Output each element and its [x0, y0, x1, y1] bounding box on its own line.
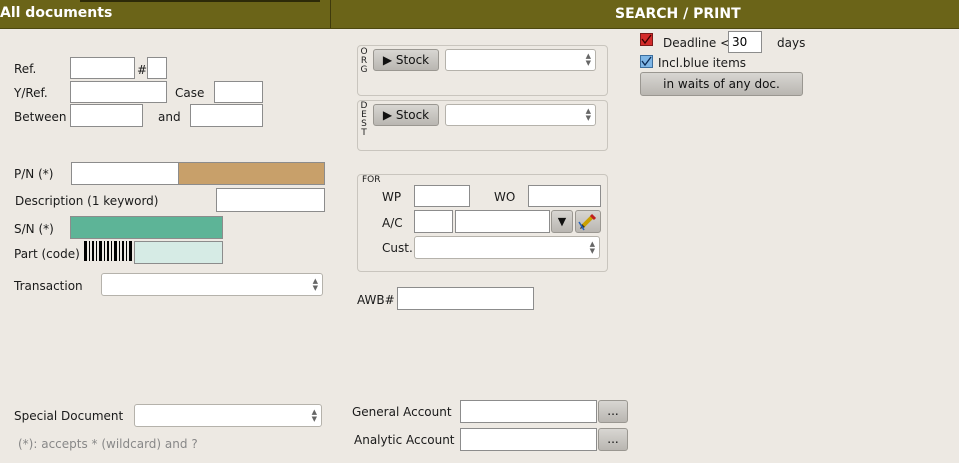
transaction-label: Transaction: [14, 279, 83, 293]
pn-designation-field: [178, 162, 325, 185]
general-account-input[interactable]: [460, 400, 597, 423]
org-letter: G: [360, 65, 368, 75]
case-label: Case: [175, 86, 205, 100]
special-document-label: Special Document: [14, 409, 124, 423]
part-code-label: Part (code): [14, 247, 80, 261]
special-document-select[interactable]: ▲ ▼: [134, 404, 322, 427]
deadline-label: Deadline <: [663, 36, 731, 50]
awb-input[interactable]: [397, 287, 534, 310]
destination-group: D E S T ▶ Stock ▲ ▼: [357, 100, 608, 151]
customer-select[interactable]: ▲ ▼: [414, 236, 600, 259]
ref-hash-input[interactable]: [147, 57, 167, 79]
ac-name-input[interactable]: [455, 210, 550, 233]
pn-label: P/N (*): [14, 167, 54, 181]
pn-input[interactable]: [71, 162, 179, 185]
origin-group: O R G ▶ Stock ▲ ▼: [357, 45, 608, 96]
between-label: Between: [14, 110, 67, 124]
origin-letters: O R G: [360, 48, 368, 75]
ac-label: A/C: [382, 216, 403, 230]
origin-stock-button[interactable]: ▶ Stock: [373, 49, 439, 71]
spinner-icon: ▲ ▼: [585, 107, 591, 122]
between-from-input[interactable]: [70, 104, 143, 127]
analytic-account-input[interactable]: [460, 428, 597, 451]
page-title: All documents: [0, 5, 113, 21]
and-label: and: [158, 110, 181, 124]
title-bar: All documents SEARCH / PRINT: [0, 0, 959, 29]
destination-stock-button[interactable]: ▶ Stock: [373, 104, 439, 126]
destination-stock-label: Stock: [395, 108, 430, 122]
ac-edit-button[interactable]: [575, 210, 601, 233]
analytic-account-browse-button[interactable]: ...: [598, 428, 628, 451]
destination-stock-select[interactable]: ▲ ▼: [445, 104, 596, 126]
description-label: Description (1 keyword): [15, 194, 159, 208]
incl-blue-checkbox[interactable]: [640, 55, 653, 68]
origin-stock-select[interactable]: ▲ ▼: [445, 49, 596, 71]
transaction-select[interactable]: ▲ ▼: [101, 273, 323, 296]
between-to-input[interactable]: [190, 104, 263, 127]
tab-strip: [80, 0, 320, 2]
pencil-icon: [578, 213, 597, 231]
sn-input[interactable]: [70, 216, 223, 239]
yref-input[interactable]: [70, 81, 167, 103]
ref-label: Ref.: [14, 62, 37, 76]
cust-label: Cust.: [382, 241, 413, 255]
triangle-down-icon: ▼: [557, 215, 567, 228]
days-label: days: [777, 36, 806, 50]
wp-input[interactable]: [414, 185, 470, 207]
checkmark-icon: [641, 56, 652, 67]
incl-blue-label: Incl.blue items: [658, 56, 747, 70]
spinner-icon: ▲ ▼: [312, 276, 318, 292]
deadline-checkbox[interactable]: [640, 33, 653, 46]
waits-any-doc-button[interactable]: in waits of any doc.: [640, 72, 803, 96]
barcode-icon[interactable]: [84, 241, 134, 261]
ac-dropdown-button[interactable]: ▼: [551, 210, 573, 233]
spinner-icon: ▲ ▼: [311, 407, 317, 423]
section-title: SEARCH / PRINT: [615, 6, 741, 22]
wildcard-hint: (*): accepts * (wildcard) and ?: [18, 437, 198, 451]
general-account-browse-button[interactable]: ...: [598, 400, 628, 423]
destination-letters: D E S T: [360, 102, 368, 138]
spinner-icon: ▲ ▼: [589, 239, 595, 255]
ref-input[interactable]: [70, 57, 135, 79]
part-code-input[interactable]: [134, 241, 223, 264]
wo-label: WO: [494, 190, 516, 204]
for-legend: FOR: [362, 175, 381, 185]
sn-label: S/N (*): [14, 222, 54, 236]
play-icon: ▶: [382, 108, 393, 122]
awb-label: AWB#: [357, 293, 395, 307]
ac-code-input[interactable]: [414, 210, 453, 233]
wp-label: WP: [382, 190, 402, 204]
checkmark-icon: [641, 34, 652, 45]
wo-input[interactable]: [528, 185, 601, 207]
play-icon: ▶: [382, 53, 393, 67]
hash-label: #: [137, 63, 148, 77]
deadline-days-input[interactable]: [728, 31, 762, 53]
dest-letter: T: [361, 128, 367, 138]
description-input[interactable]: [216, 188, 325, 212]
yref-label: Y/Ref.: [14, 86, 48, 100]
spinner-icon: ▲ ▼: [585, 52, 591, 67]
header-divider: [330, 0, 331, 28]
origin-stock-label: Stock: [395, 53, 430, 67]
case-input[interactable]: [214, 81, 263, 103]
for-group: FOR WP WO A/C ▼ Cust. ▲ ▼: [357, 174, 608, 272]
analytic-account-label: Analytic Account: [354, 433, 455, 447]
general-account-label: General Account: [352, 405, 452, 419]
